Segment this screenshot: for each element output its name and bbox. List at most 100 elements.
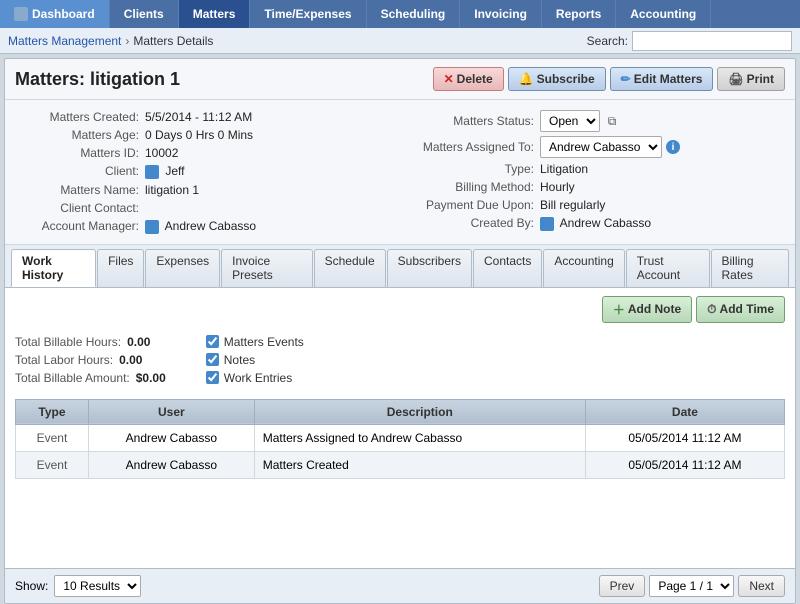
add-note-icon: ＋ xyxy=(613,301,625,318)
tab-contacts[interactable]: Contacts xyxy=(473,249,542,287)
work-history-table: Type User Description Date Event Andrew … xyxy=(15,399,785,479)
edit-matters-button[interactable]: ✏ Edit Matters xyxy=(610,67,714,91)
tab-subscribers-label: Subscribers xyxy=(398,254,461,268)
table-row: Event Andrew Cabasso Matters Created 05/… xyxy=(16,451,785,478)
billable-amount-label: Total Billable Amount: xyxy=(15,371,130,385)
labor-hours-label: Total Labor Hours: xyxy=(15,353,113,367)
add-time-label: Add Time xyxy=(720,302,774,316)
delete-label: Delete xyxy=(457,72,493,86)
cell-user: Andrew Cabasso xyxy=(88,424,254,451)
nav-matters[interactable]: Matters xyxy=(179,0,251,28)
details-right: Matters Status: Open ⧉ Matters Assigned … xyxy=(410,110,785,238)
tab-schedule-label: Schedule xyxy=(325,254,375,268)
tab-trust-account[interactable]: Trust Account xyxy=(626,249,710,287)
detail-name: Matters Name: litigation 1 xyxy=(15,183,390,197)
info-icon[interactable]: i xyxy=(666,140,680,154)
payment-label: Payment Due Upon: xyxy=(410,198,540,212)
detail-type: Type: Litigation xyxy=(410,162,785,176)
nav-time-expenses[interactable]: Time/Expenses xyxy=(250,0,366,28)
add-note-button[interactable]: ＋ Add Note xyxy=(602,296,692,323)
status-select[interactable]: Open xyxy=(540,110,600,132)
details-section: Matters Created: 5/5/2014 - 11:12 AM Mat… xyxy=(5,100,795,245)
print-label: Print xyxy=(747,72,774,86)
id-label: Matters ID: xyxy=(15,146,145,160)
work-entries-checkbox[interactable] xyxy=(206,371,219,384)
billable-hours-label: Total Billable Hours: xyxy=(15,335,121,349)
next-button[interactable]: Next xyxy=(738,575,785,597)
print-button[interactable]: 🖨 Print xyxy=(717,67,785,91)
created-by-label: Created By: xyxy=(410,216,540,230)
delete-button[interactable]: ✕ Delete xyxy=(433,67,504,91)
search-input[interactable] xyxy=(632,31,792,51)
checkbox-notes[interactable]: Notes xyxy=(206,353,304,367)
client-user-icon xyxy=(145,165,159,179)
tab-work-history[interactable]: Work History xyxy=(11,249,96,287)
breadcrumb-parent[interactable]: Matters Management xyxy=(8,34,121,48)
col-user-label: User xyxy=(158,405,185,419)
detail-client: Client: Jeff xyxy=(15,164,390,179)
dashboard-icon xyxy=(14,7,28,21)
nav-accounting-label: Accounting xyxy=(630,7,696,21)
table-header-row: Type User Description Date xyxy=(16,399,785,424)
tab-contacts-label: Contacts xyxy=(484,254,531,268)
manager-value: Andrew Cabasso xyxy=(145,219,256,234)
created-label: Matters Created: xyxy=(15,110,145,124)
tab-billing-rates[interactable]: Billing Rates xyxy=(711,249,790,287)
detail-id: Matters ID: 10002 xyxy=(15,146,390,160)
tab-accounting[interactable]: Accounting xyxy=(543,249,624,287)
col-user: User xyxy=(88,399,254,424)
nav-dashboard[interactable]: Dashboard xyxy=(0,0,110,28)
tab-trust-account-label: Trust Account xyxy=(637,254,680,282)
pencil-icon: ✏ xyxy=(621,72,631,86)
add-time-button[interactable]: ⏱ Add Time xyxy=(696,296,785,323)
subscribe-label: Subscribe xyxy=(537,72,595,86)
breadcrumb-current: Matters Details xyxy=(133,34,213,48)
checkbox-matters-events[interactable]: Matters Events xyxy=(206,335,304,349)
col-description-label: Description xyxy=(387,405,453,419)
type-label: Type: xyxy=(410,162,540,176)
detail-created-by: Created By: Andrew Cabasso xyxy=(410,216,785,231)
nav-dashboard-label: Dashboard xyxy=(32,7,95,21)
billable-hours-value: 0.00 xyxy=(127,335,150,349)
billing-value: Hourly xyxy=(540,180,575,194)
notes-checkbox[interactable] xyxy=(206,353,219,366)
assigned-select[interactable]: Andrew Cabasso xyxy=(540,136,662,158)
nav-scheduling-label: Scheduling xyxy=(381,7,446,21)
copy-icon[interactable]: ⧉ xyxy=(604,113,620,129)
checkbox-work-entries[interactable]: Work Entries xyxy=(206,371,304,385)
tab-expenses[interactable]: Expenses xyxy=(145,249,220,287)
cell-user: Andrew Cabasso xyxy=(88,451,254,478)
nav-accounting[interactable]: Accounting xyxy=(616,0,711,28)
action-buttons: ＋ Add Note ⏱ Add Time xyxy=(15,296,785,323)
cell-date: 05/05/2014 11:12 AM xyxy=(585,424,784,451)
name-label: Matters Name: xyxy=(15,183,145,197)
tab-work-history-label: Work History xyxy=(22,254,63,282)
prev-button[interactable]: Prev xyxy=(599,575,646,597)
nav-scheduling[interactable]: Scheduling xyxy=(367,0,461,28)
work-entries-label: Work Entries xyxy=(224,371,292,385)
nav-reports[interactable]: Reports xyxy=(542,0,616,28)
main-content: Matters: litigation 1 ✕ Delete 🔔 Subscri… xyxy=(4,58,796,604)
show-area: Show: 10 Results 25 Results 50 Results A… xyxy=(15,575,141,597)
col-type: Type xyxy=(16,399,89,424)
edit-label: Edit Matters xyxy=(634,72,703,86)
page-select[interactable]: Page 1 / 1 xyxy=(649,575,734,597)
matters-events-checkbox[interactable] xyxy=(206,335,219,348)
next-label: Next xyxy=(749,579,774,593)
nav-clients[interactable]: Clients xyxy=(110,0,179,28)
age-label: Matters Age: xyxy=(15,128,145,142)
cell-description: Matters Created xyxy=(254,451,585,478)
tab-schedule[interactable]: Schedule xyxy=(314,249,386,287)
tab-files[interactable]: Files xyxy=(97,249,144,287)
id-value: 10002 xyxy=(145,146,178,160)
name-value: litigation 1 xyxy=(145,183,199,197)
billing-label: Billing Method: xyxy=(410,180,540,194)
tab-invoice-presets[interactable]: Invoice Presets xyxy=(221,249,312,287)
subscribe-button[interactable]: 🔔 Subscribe xyxy=(508,67,606,91)
cell-type: Event xyxy=(16,451,89,478)
nav-invoicing[interactable]: Invoicing xyxy=(460,0,542,28)
tab-subscribers[interactable]: Subscribers xyxy=(387,249,472,287)
show-select[interactable]: 10 Results 25 Results 50 Results All xyxy=(54,575,141,597)
labor-hours-value: 0.00 xyxy=(119,353,142,367)
col-date-label: Date xyxy=(672,405,698,419)
